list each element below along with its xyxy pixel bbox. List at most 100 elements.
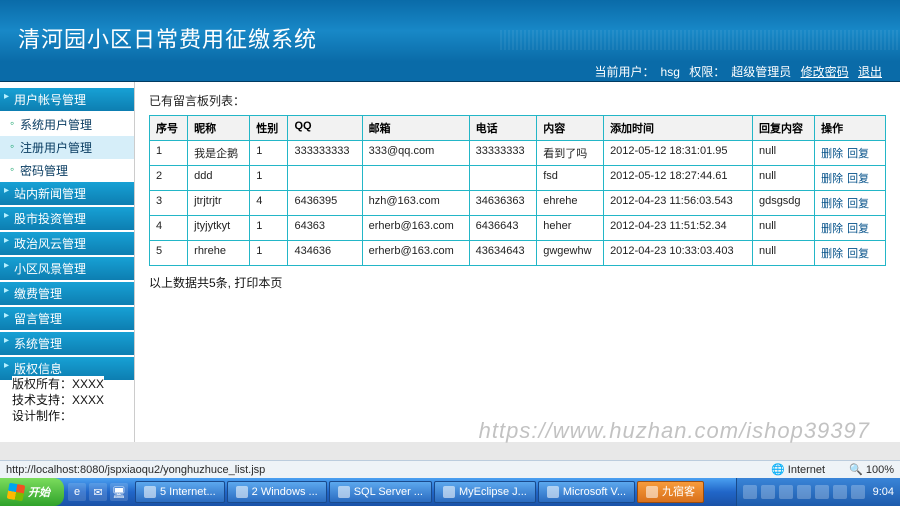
browser-status-bar: http://localhost:8080/jspxiaoqu2/yonghuz… xyxy=(0,460,900,478)
windows-taskbar: 开始 e ✉ 🖥 5 Internet... 2 Windows ... SQL S… xyxy=(0,478,900,506)
table-cell: 2012-04-23 11:56:03.543 xyxy=(604,191,753,216)
table-cell: 1 xyxy=(250,241,288,266)
table-header-cell: 操作 xyxy=(815,116,886,141)
delete-link[interactable]: 删除 xyxy=(821,148,843,160)
sidebar-item[interactable]: 密码管理 xyxy=(0,159,134,182)
task-app-icon xyxy=(144,486,156,498)
table-cell: 1 xyxy=(250,166,288,191)
delete-link[interactable]: 删除 xyxy=(821,198,843,210)
table-cell: 1 xyxy=(250,216,288,241)
table-header-cell: 昵称 xyxy=(188,116,250,141)
current-user-label: 当前用户： xyxy=(595,65,655,79)
delete-link[interactable]: 删除 xyxy=(821,248,843,260)
sidebar-category[interactable]: 缴费管理 xyxy=(0,282,134,305)
table-cell: 333333333 xyxy=(288,141,362,166)
task-label: MyEclipse J... xyxy=(459,481,527,503)
table-cell: 4 xyxy=(250,191,288,216)
table-cell: null xyxy=(752,241,814,266)
table-row: 4jtyjytkyt164363erherb@163.com6436643heh… xyxy=(150,216,886,241)
change-password-link[interactable]: 修改密码 xyxy=(801,65,849,79)
sidebar-category[interactable]: 政治风云管理 xyxy=(0,232,134,255)
table-cell: 2012-05-12 18:27:44.61 xyxy=(604,166,753,191)
table-header-cell: 序号 xyxy=(150,116,188,141)
table-row: 5rhrehe1434636erherb@163.com43634643gwge… xyxy=(150,241,886,266)
table-header-cell: 电话 xyxy=(469,116,537,141)
reply-link[interactable]: 回复 xyxy=(847,223,869,235)
table-row: 3jtrjtrjtr46436395hzh@163.com34636363ehr… xyxy=(150,191,886,216)
sidebar-category[interactable]: 股市投资管理 xyxy=(0,207,134,230)
tray-icon[interactable] xyxy=(743,485,757,499)
message-table: 序号昵称性别QQ邮箱电话内容添加时间回复内容操作 1我是企鹅1333333333… xyxy=(149,115,886,266)
table-cell: 我是企鹅 xyxy=(188,141,250,166)
delete-link[interactable]: 删除 xyxy=(821,173,843,185)
table-cell: fsd xyxy=(537,166,604,191)
quick-launch-icon[interactable]: ✉ xyxy=(89,483,107,501)
tray-icon[interactable] xyxy=(779,485,793,499)
table-header-cell: 添加时间 xyxy=(604,116,753,141)
task-label: Microsoft V... xyxy=(563,481,626,503)
sidebar-category[interactable]: 用户帐号管理 xyxy=(0,88,134,111)
task-label: 2 Windows ... xyxy=(252,481,318,503)
sidebar-item[interactable]: 注册用户管理 xyxy=(0,136,134,159)
task-label: 九宿客 xyxy=(662,481,695,503)
page-url: http://localhost:8080/jspxiaoqu2/yonghuz… xyxy=(6,464,265,476)
table-cell: jtrjtrjtr xyxy=(188,191,250,216)
copyright-block: 版权所有：XXXX 技术支持：XXXX 设计制作： xyxy=(12,376,104,424)
start-button[interactable]: 开始 xyxy=(0,478,64,506)
task-button[interactable]: 2 Windows ... xyxy=(227,481,327,503)
tray-icon[interactable] xyxy=(761,485,775,499)
tray-icon[interactable] xyxy=(851,485,865,499)
zoom-level[interactable]: 100% xyxy=(849,463,894,476)
table-ops-cell: 删除回复 xyxy=(815,166,886,191)
table-cell: 34636363 xyxy=(469,191,537,216)
table-ops-cell: 删除回复 xyxy=(815,216,886,241)
reply-link[interactable]: 回复 xyxy=(847,248,869,260)
table-cell: gdsgsdg xyxy=(752,191,814,216)
security-zone: Internet xyxy=(771,463,825,476)
table-header-cell: QQ xyxy=(288,116,362,141)
task-button[interactable]: SQL Server ... xyxy=(329,481,432,503)
tray-icon[interactable] xyxy=(815,485,829,499)
table-cell: 64363 xyxy=(288,216,362,241)
tray-icon[interactable] xyxy=(797,485,811,499)
task-app-icon xyxy=(547,486,559,498)
task-button[interactable]: Microsoft V... xyxy=(538,481,635,503)
table-ops-cell: 删除回复 xyxy=(815,191,886,216)
quick-launch: e ✉ 🖥 xyxy=(64,483,132,501)
tray-icon[interactable] xyxy=(833,485,847,499)
table-cell: heher xyxy=(537,216,604,241)
task-buttons: 5 Internet... 2 Windows ... SQL Server ...… xyxy=(132,481,736,503)
sidebar-category[interactable]: 站内新闻管理 xyxy=(0,182,134,205)
table-cell: 43634643 xyxy=(469,241,537,266)
table-cell: 1 xyxy=(250,141,288,166)
task-button[interactable]: MyEclipse J... xyxy=(434,481,536,503)
quick-launch-icon[interactable]: e xyxy=(68,483,86,501)
reply-link[interactable]: 回复 xyxy=(847,148,869,160)
table-cell: 333@qq.com xyxy=(362,141,469,166)
app-title: 清河园小区日常费用征缴系统 xyxy=(18,22,317,54)
delete-link[interactable]: 删除 xyxy=(821,223,843,235)
copyright-line2: 技术支持：XXXX xyxy=(12,392,104,408)
sidebar-category[interactable]: 留言管理 xyxy=(0,307,134,330)
table-cell xyxy=(469,166,537,191)
sidebar-category[interactable]: 系统管理 xyxy=(0,332,134,355)
reply-link[interactable]: 回复 xyxy=(847,198,869,210)
table-body: 1我是企鹅1333333333333@qq.com33333333看到了吗201… xyxy=(150,141,886,266)
table-cell: erherb@163.com xyxy=(362,216,469,241)
table-row: 2ddd1fsd2012-05-12 18:27:44.61null删除回复 xyxy=(150,166,886,191)
logout-link[interactable]: 退出 xyxy=(858,65,882,79)
quick-launch-icon[interactable]: 🖥 xyxy=(110,483,128,501)
table-row: 1我是企鹅1333333333333@qq.com33333333看到了吗201… xyxy=(150,141,886,166)
sidebar-category[interactable]: 小区风景管理 xyxy=(0,257,134,280)
table-cell: 2 xyxy=(150,166,188,191)
table-ops-cell: 删除回复 xyxy=(815,241,886,266)
list-title: 已有留言板列表： xyxy=(149,92,886,109)
start-label: 开始 xyxy=(28,484,50,500)
sidebar-item[interactable]: 系统用户管理 xyxy=(0,113,134,136)
clock[interactable]: 9:04 xyxy=(873,486,894,498)
table-cell: 2012-04-23 10:33:03.403 xyxy=(604,241,753,266)
task-button[interactable]: 九宿客 xyxy=(637,481,704,503)
table-cell xyxy=(288,166,362,191)
task-button[interactable]: 5 Internet... xyxy=(135,481,225,503)
reply-link[interactable]: 回复 xyxy=(847,173,869,185)
